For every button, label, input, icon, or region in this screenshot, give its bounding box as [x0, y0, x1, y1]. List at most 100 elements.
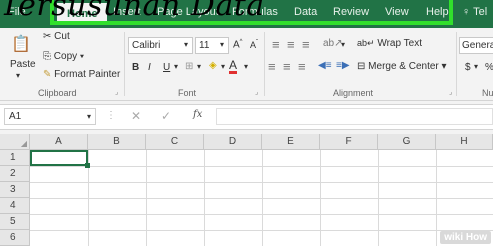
chevron-down-icon[interactable]: ▾ [244, 62, 248, 71]
orientation-icon[interactable]: ab↗ [323, 38, 343, 49]
lightbulb-icon: ♀ [462, 6, 471, 18]
chevron-down-icon[interactable]: ▾ [197, 62, 201, 71]
column-header-h[interactable]: H [436, 134, 493, 150]
font-name-dropdown[interactable]: Calibri ▾ [128, 37, 193, 54]
name-box[interactable]: A1 ▾ [4, 108, 96, 125]
name-box-value: A1 [9, 111, 22, 122]
cancel-icon[interactable]: ✕ [131, 109, 141, 123]
percent-button[interactable]: % [485, 62, 493, 73]
decrease-font-size-button[interactable]: Aˇ [250, 40, 258, 50]
chevron-down-icon[interactable]: ▾ [341, 40, 345, 49]
formula-bar: A1 ▾ ⋮ ✕ ✓ fx [0, 104, 493, 130]
wrap-text-button[interactable]: ab↵ Wrap Text [357, 38, 422, 49]
dialog-launcher-icon[interactable]: ⌟ [255, 88, 258, 96]
chevron-down-icon: ▾ [87, 112, 92, 121]
alignment-group-label: Alignment [333, 88, 374, 98]
chevron-down-icon[interactable]: ▾ [16, 71, 20, 80]
merge-center-button[interactable]: ⊟ Merge & Center ▾ [357, 61, 447, 72]
row-header-4[interactable]: 4 [0, 198, 30, 214]
wikihow-watermark: wiki How [440, 231, 491, 244]
number-format-dropdown[interactable]: Genera [459, 37, 493, 54]
column-header-c[interactable]: C [146, 134, 204, 150]
gridline [320, 150, 321, 246]
copy-label: Copy [53, 51, 78, 62]
overlay-title: Tersusunan Data [0, 0, 265, 23]
merge-center-label: Merge & Center [368, 61, 439, 72]
number-group-label: Nu [482, 88, 493, 98]
gridline [146, 150, 147, 246]
paste-button[interactable]: Paste [10, 59, 36, 70]
row-header-3[interactable]: 3 [0, 182, 30, 198]
align-right-icon[interactable]: ≡ [298, 59, 306, 74]
italic-button[interactable]: I [148, 62, 151, 73]
enter-check-icon[interactable]: ✓ [161, 109, 171, 123]
chevron-down-icon[interactable]: ▾ [221, 62, 225, 71]
underline-button[interactable]: U [163, 62, 170, 73]
wrap-text-icon: ab↵ [357, 38, 375, 48]
align-middle-icon[interactable]: ≡ [287, 37, 295, 52]
column-header-e[interactable]: E [262, 134, 320, 150]
align-center-icon[interactable]: ≡ [283, 59, 291, 74]
decrease-indent-icon[interactable]: ◀≡ [318, 60, 332, 71]
worksheet-grid[interactable]: ◢ A B C D E F G H 1 2 3 4 5 6 [0, 134, 493, 246]
row-header-6[interactable]: 6 [0, 230, 30, 246]
tab-tell-me[interactable]: ♀ Tel [462, 6, 487, 18]
chevron-down-icon[interactable]: ▾ [174, 62, 178, 71]
select-all-corner[interactable]: ◢ [0, 134, 30, 150]
chevron-down-icon: ▾ [220, 40, 225, 49]
dialog-launcher-icon[interactable]: ⌟ [115, 88, 118, 96]
active-cell-a1[interactable] [30, 150, 88, 166]
column-header-f[interactable]: F [320, 134, 378, 150]
wrap-text-label: Wrap Text [377, 38, 422, 49]
gridline [204, 150, 205, 246]
merge-icon: ⊟ [357, 61, 366, 72]
cut-label: Cut [54, 31, 70, 42]
copy-icon: ⎘ [43, 51, 51, 62]
row-header-1[interactable]: 1 [0, 150, 30, 166]
column-header-b[interactable]: B [88, 134, 146, 150]
insert-function-button[interactable]: fx [193, 109, 202, 120]
increase-font-size-button[interactable]: A^ [233, 39, 243, 50]
align-left-icon[interactable]: ≡ [268, 59, 276, 74]
column-header-d[interactable]: D [204, 134, 262, 150]
borders-icon[interactable]: ⊞ [185, 61, 193, 72]
cut-button[interactable]: ✂ Cut [43, 31, 70, 42]
gridline [262, 150, 263, 246]
font-size-dropdown[interactable]: 11 ▾ [195, 37, 229, 54]
align-top-icon[interactable]: ≡ [272, 37, 280, 52]
copy-button[interactable]: ⎘ Copy ▾ [43, 51, 84, 62]
clipboard-group-label: Clipboard [38, 88, 77, 98]
chevron-down-icon[interactable]: ▾ [474, 62, 478, 71]
more-options-icon: ⋮ [106, 110, 116, 121]
paste-icon[interactable]: 📋 [11, 34, 31, 54]
row-header-2[interactable]: 2 [0, 166, 30, 182]
currency-button[interactable]: $ [465, 62, 471, 73]
increase-indent-icon[interactable]: ≡▶ [336, 60, 350, 71]
ribbon-separator [124, 32, 125, 96]
bold-button[interactable]: B [132, 62, 139, 73]
font-group-label: Font [178, 88, 197, 98]
gridline [378, 150, 379, 246]
align-bottom-icon[interactable]: ≡ [302, 37, 310, 52]
fill-handle[interactable] [85, 163, 90, 168]
row-header-5[interactable]: 5 [0, 214, 30, 230]
dialog-launcher-icon[interactable]: ⌟ [449, 88, 452, 96]
formula-input[interactable] [216, 108, 493, 125]
font-size-value: 11 [199, 40, 210, 51]
tab-tell-me-label: Tel [473, 6, 488, 18]
ribbon-home: 📋 Paste ▾ ✂ Cut ⎘ Copy ▾ ✎ Format Painte… [0, 28, 493, 101]
chevron-down-icon: ▾ [184, 40, 189, 49]
number-format-value: Genera [462, 40, 493, 51]
column-header-a[interactable]: A [30, 134, 88, 150]
brush-icon: ✎ [43, 69, 52, 80]
ribbon-separator [456, 32, 457, 96]
ribbon-separator [264, 32, 265, 96]
fill-color-icon[interactable]: ◈ [209, 60, 217, 71]
corner-triangle-icon: ◢ [20, 139, 27, 148]
format-painter-button[interactable]: ✎ Format Painter [43, 69, 120, 80]
scissors-icon: ✂ [43, 31, 52, 42]
font-color-icon[interactable]: A [229, 59, 238, 74]
format-painter-label: Format Painter [54, 69, 121, 80]
column-header-g[interactable]: G [378, 134, 436, 150]
font-name-value: Calibri [132, 40, 161, 51]
